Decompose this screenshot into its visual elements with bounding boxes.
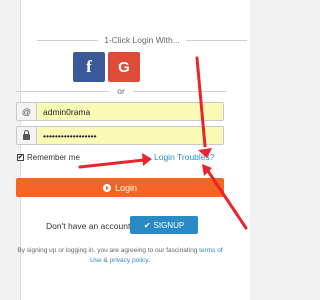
checkmark-icon: ✔: [17, 154, 24, 161]
password-input[interactable]: ••••••••••••••••••: [37, 127, 223, 144]
google-icon: G: [118, 58, 130, 76]
lock-icon: [17, 127, 37, 144]
divider-line: [132, 90, 226, 92]
facebook-login-button[interactable]: f: [73, 52, 105, 82]
social-login-title: 1-Click Login With...: [104, 35, 180, 45]
privacy-policy-link[interactable]: privacy policy: [110, 257, 149, 264]
password-field[interactable]: ••••••••••••••••••: [16, 126, 224, 145]
or-divider: or: [16, 86, 226, 96]
divider-line: [16, 90, 110, 92]
terms-ampersand: &: [101, 257, 110, 264]
terms-period: .: [148, 257, 150, 264]
google-login-button[interactable]: G: [108, 52, 140, 82]
no-account-text: Don't have an account?: [46, 221, 136, 231]
facebook-icon: f: [86, 57, 92, 76]
terms-text: By signing up or logging in, you are agr…: [17, 247, 200, 254]
or-text: or: [117, 86, 125, 96]
remember-me[interactable]: ✔ Remember me: [17, 153, 80, 162]
login-troubles-link[interactable]: Login Troubles?: [154, 152, 215, 162]
social-login-heading: 1-Click Login With...: [37, 35, 247, 45]
check-icon: ✔: [143, 220, 151, 230]
arrow-circle-right-icon: [102, 183, 111, 192]
username-field[interactable]: @ admin0rama: [16, 102, 224, 121]
login-button[interactable]: Login: [16, 178, 224, 197]
signup-button-label: SIGNUP: [153, 220, 185, 230]
username-input[interactable]: admin0rama: [37, 103, 223, 120]
at-icon: @: [17, 103, 37, 120]
signup-button[interactable]: ✔ SIGNUP: [130, 216, 198, 234]
divider-line: [37, 39, 99, 41]
terms-notice: By signing up or logging in, you are agr…: [16, 246, 224, 266]
remember-me-checkbox[interactable]: ✔: [17, 154, 24, 161]
login-button-label: Login: [114, 182, 138, 193]
divider-line: [185, 39, 247, 41]
remember-me-label: Remember me: [27, 153, 80, 162]
